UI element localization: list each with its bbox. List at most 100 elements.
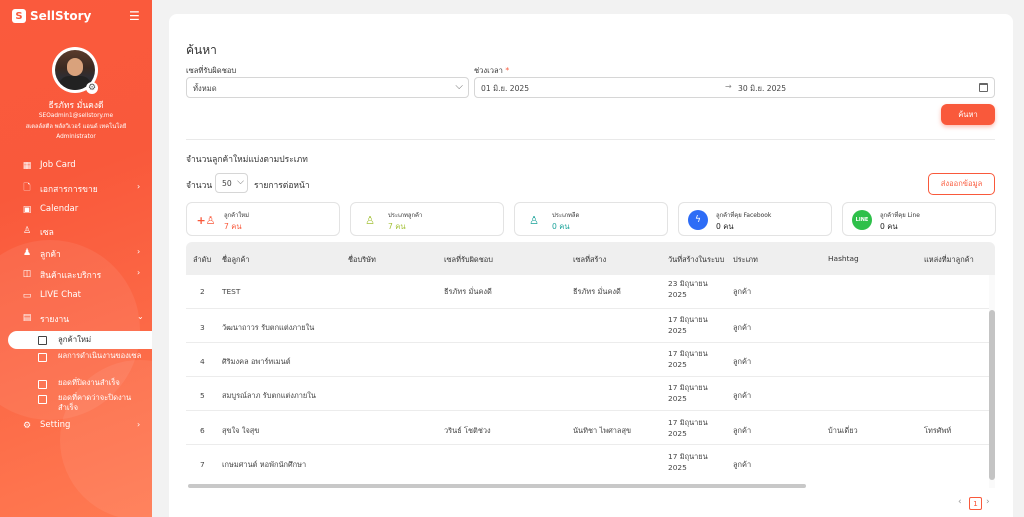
cell-date-line1: 17 มิถุนายน bbox=[668, 383, 708, 392]
column-header[interactable]: เซลที่รับผิดชอบ bbox=[444, 254, 493, 266]
column-header[interactable]: ชื่อลูกค้า bbox=[222, 254, 250, 266]
pagination-page[interactable]: 1 bbox=[969, 497, 982, 510]
per-page-select[interactable]: 50 ⌵ bbox=[215, 173, 248, 193]
customers-icon: ♟ bbox=[22, 248, 32, 258]
column-header[interactable]: ประเภท bbox=[733, 254, 758, 266]
cell-date-line1: 17 มิถุนายน bbox=[668, 349, 708, 358]
column-header[interactable]: เซลที่สร้าง bbox=[573, 254, 606, 266]
subnav-item-closed-deals[interactable]: ยอดที่ปิดงานสำเร็จ bbox=[38, 378, 148, 390]
horizontal-scroll-thumb[interactable] bbox=[188, 484, 806, 488]
subnav-label: ยอดที่คาดว่าจะปิดงานสำเร็จ bbox=[58, 393, 132, 412]
table-row[interactable]: 4 ศิริมงคล อพาร์ทเมนต์ 17 มิถุนายน 2025 ล… bbox=[186, 343, 989, 377]
vertical-scroll-thumb[interactable] bbox=[989, 310, 995, 480]
nav-item-products[interactable]: ◫ สินค้าและบริการ › bbox=[0, 265, 152, 283]
user-role: Administrator bbox=[56, 134, 96, 140]
search-button[interactable]: ค้นหา bbox=[941, 104, 995, 125]
stat-value: 7 คน bbox=[388, 222, 406, 231]
add-user-icon: +♙ bbox=[196, 213, 216, 227]
subnav-item-new-customers[interactable]: ลูกค้าใหม่ bbox=[8, 331, 152, 349]
column-header[interactable]: Hashtag bbox=[828, 254, 859, 263]
cell-no: 4 bbox=[200, 357, 205, 366]
brand-name: SellStory bbox=[30, 9, 92, 23]
table-header: ลำดับ ชื่อลูกค้า ชื่อบริษัท เซลที่รับผิด… bbox=[186, 242, 995, 275]
sales-select-value: ทั้งหมด bbox=[193, 84, 217, 93]
date-range-picker[interactable]: 01 มิ.ย. 2025 → 30 มิ.ย. 2025 bbox=[474, 77, 995, 98]
stat-title: ประเภทลีด bbox=[552, 213, 580, 219]
avatar-settings-icon[interactable]: ⚙ bbox=[86, 82, 98, 94]
cell-name: TEST bbox=[222, 287, 241, 296]
nav-item-setting[interactable]: ⚙ Setting › bbox=[0, 417, 152, 435]
cell-date-line2: 2025 bbox=[668, 463, 687, 473]
subnav-label: ยอดที่ปิดงานสำเร็จ bbox=[58, 378, 120, 387]
chevron-right-icon: › bbox=[137, 268, 141, 277]
chevron-right-icon: › bbox=[137, 247, 141, 256]
table-row[interactable]: 2 TEST ธีรภัทร มั่นคงดี ธีรภัทร มั่นคงดี… bbox=[186, 275, 989, 309]
stat-card-lead-type: ♙ ประเภทลีด 0 คน bbox=[514, 202, 668, 236]
table-row[interactable]: 6 สุขใจ ใจสุข วรินธ์ โชติช่วง นันทิชา ไพ… bbox=[186, 411, 989, 445]
divider bbox=[186, 139, 995, 140]
subnav-label: ผลการดำเนินงานของเซล bbox=[58, 351, 142, 360]
chevron-right-icon: › bbox=[137, 182, 141, 191]
calendar-icon[interactable] bbox=[979, 83, 988, 92]
sales-select[interactable]: ทั้งหมด ⌵ bbox=[186, 77, 469, 98]
nav-item-customers[interactable]: ♟ ลูกค้า › bbox=[0, 244, 152, 262]
cell-date-line2: 2025 bbox=[668, 326, 687, 336]
column-header[interactable]: แหล่งที่มาลูกค้า bbox=[924, 254, 974, 266]
user-name: ธีรภัทร มั่นคงดี bbox=[48, 101, 104, 111]
subnav-item-expected-deals[interactable]: ยอดที่คาดว่าจะปิดงานสำเร็จ bbox=[38, 393, 148, 415]
pagination-prev[interactable]: ‹ bbox=[958, 497, 962, 507]
cell-name: เกษมศานต์ หอพักนักศึกษา bbox=[222, 460, 307, 469]
cell-date-line2: 2025 bbox=[668, 290, 687, 300]
column-header[interactable]: ลำดับ bbox=[193, 254, 211, 266]
sales-filter-label: เซลที่รับผิดชอบ bbox=[186, 66, 237, 75]
cell-date: 17 มิถุนายน 2025 bbox=[668, 382, 708, 404]
cell-date-line2: 2025 bbox=[668, 429, 687, 439]
stat-title: ประเภทลูกค้า bbox=[388, 213, 423, 219]
nav-item-calendar[interactable]: ▣ Calendar bbox=[0, 201, 152, 219]
menu-toggle-icon[interactable]: ☰ bbox=[129, 9, 140, 23]
pagination-next[interactable]: › bbox=[986, 497, 990, 507]
cell-name: วัฒนาถาวร รับตกแต่งภายใน bbox=[222, 323, 315, 332]
cell-creator: นันทิชา ไพศาลสุข bbox=[573, 426, 632, 435]
document-icon: 🗋 bbox=[23, 183, 31, 193]
calendar-icon: ▣ bbox=[22, 205, 32, 215]
stat-title: ลูกค้าที่คุย Line bbox=[880, 213, 920, 219]
nav-label: Setting bbox=[40, 420, 71, 430]
report-chart-icon bbox=[38, 395, 47, 404]
cell-source: โทรศัพท์ bbox=[924, 426, 952, 435]
table-row[interactable]: 7 เกษมศานต์ หอพักนักศึกษา 17 มิถุนายน 202… bbox=[186, 445, 989, 479]
per-page-suffix: รายการต่อหน้า bbox=[254, 181, 310, 191]
nav-item-sales-docs[interactable]: 🗋 เอกสารการขาย › bbox=[0, 179, 152, 197]
cell-no: 2 bbox=[200, 287, 205, 296]
column-header[interactable]: ชื่อบริษัท bbox=[348, 254, 376, 266]
cell-date: 17 มิถุนายน 2025 bbox=[668, 417, 708, 439]
cell-date: 23 มิถุนายน 2025 bbox=[668, 278, 708, 300]
cell-type: ลูกค้า bbox=[733, 391, 752, 400]
nav-item-reports[interactable]: ▤ รายงาน ⌄ bbox=[0, 309, 152, 327]
export-button[interactable]: ส่งออกข้อมูล bbox=[928, 173, 995, 195]
cell-type: ลูกค้า bbox=[733, 323, 752, 332]
date-from[interactable]: 01 มิ.ย. 2025 bbox=[481, 83, 529, 95]
section-title: จำนวนลูกค้าใหม่แบ่งตามประเภท bbox=[186, 155, 308, 165]
column-header[interactable]: วันที่สร้างในระบบ bbox=[668, 254, 724, 266]
cell-date: 17 มิถุนายน 2025 bbox=[668, 314, 708, 336]
table-row[interactable]: 3 วัฒนาถาวร รับตกแต่งภายใน 17 มิถุนายน 20… bbox=[186, 309, 989, 343]
gear-icon: ⚙ bbox=[22, 421, 32, 431]
brand-logo[interactable]: S SellStory bbox=[12, 9, 91, 23]
box-icon: ◫ bbox=[22, 269, 32, 279]
nav-item-live-chat[interactable]: ▭ LIVE Chat bbox=[0, 287, 152, 305]
cell-date-line1: 23 มิถุนายน bbox=[668, 279, 708, 288]
subnav-item-sales-performance[interactable]: ผลการดำเนินงานของเซล bbox=[38, 351, 148, 373]
cell-date: 17 มิถุนายน 2025 bbox=[668, 451, 708, 473]
nav-item-job-card[interactable]: ▦ Job Card bbox=[0, 157, 152, 175]
stat-value: 0 คน bbox=[552, 222, 570, 231]
table-row[interactable]: 5 สมบูรณ์ลาภ รับตกแต่งภายใน 17 มิถุนายน 2… bbox=[186, 377, 989, 411]
nav-label: Job Card bbox=[40, 160, 76, 170]
nav-item-sales[interactable]: ♙ เซล bbox=[0, 222, 152, 240]
cell-date-line1: 17 มิถุนายน bbox=[668, 418, 708, 427]
cell-date-line2: 2025 bbox=[668, 360, 687, 370]
nav-label: เอกสารการขาย bbox=[40, 185, 98, 195]
cell-no: 6 bbox=[200, 426, 205, 435]
chevron-down-icon: ⌵ bbox=[455, 81, 463, 92]
date-to[interactable]: 30 มิ.ย. 2025 bbox=[738, 83, 786, 95]
